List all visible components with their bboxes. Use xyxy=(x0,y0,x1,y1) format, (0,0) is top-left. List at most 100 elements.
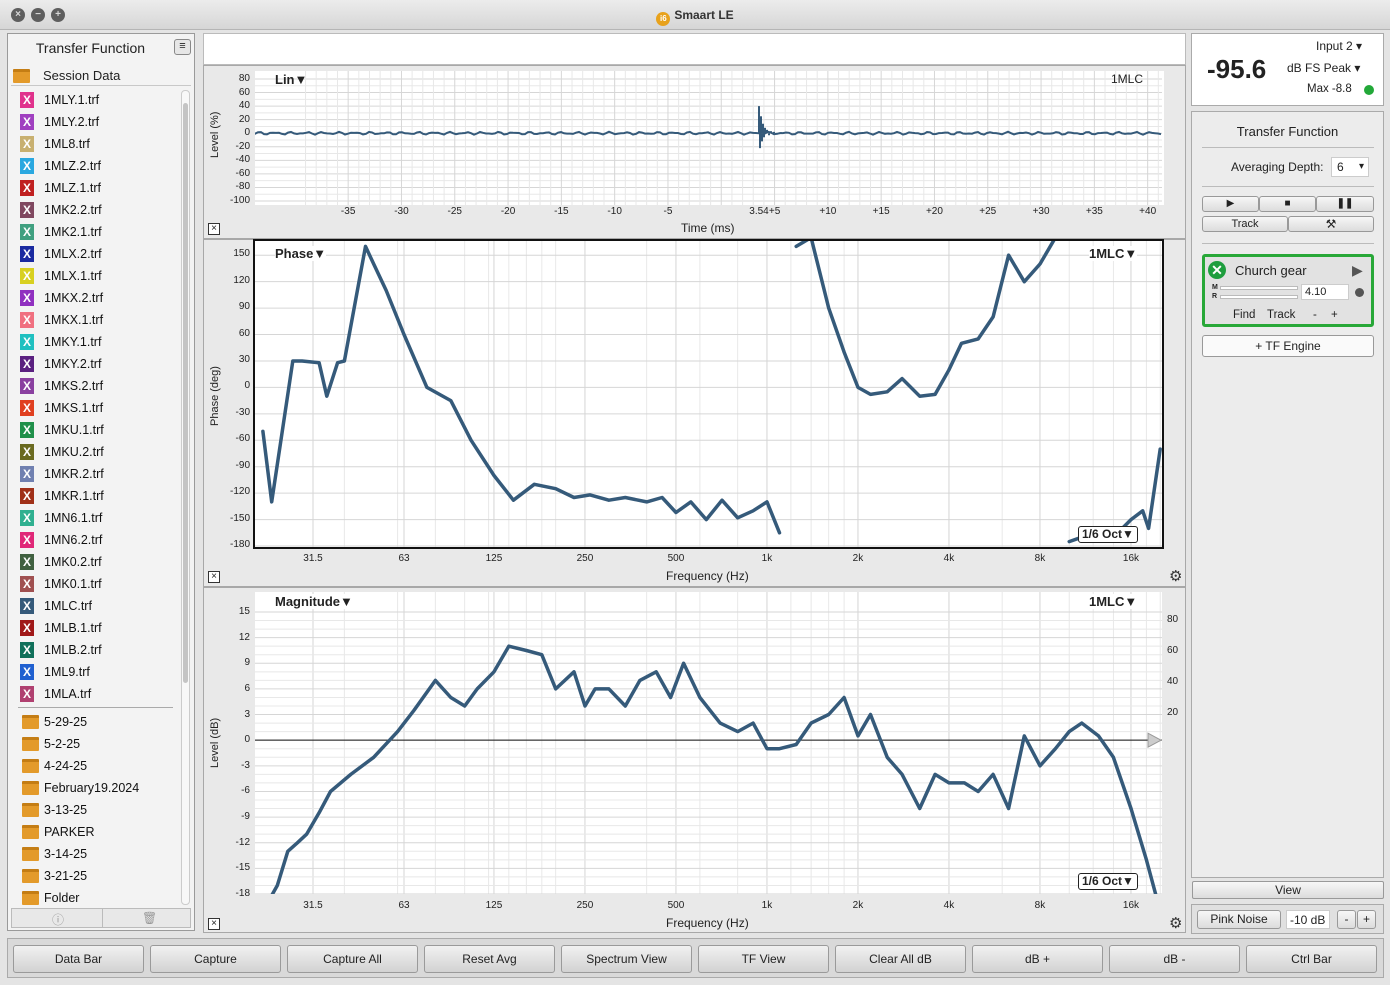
file-item[interactable]: X 1MK0.1.trf xyxy=(20,574,185,596)
file-item[interactable]: X 1MKU.1.trf xyxy=(20,420,185,442)
info-icon[interactable]: ⓘ xyxy=(52,911,64,928)
magnitude-settings-gear-icon[interactable]: ⚙ xyxy=(1169,914,1182,932)
x-tick-label: 8k xyxy=(1034,553,1046,564)
add-tf-engine-button[interactable]: + TF Engine xyxy=(1202,335,1374,357)
file-item[interactable]: X 1MKR.2.trf xyxy=(20,464,185,486)
file-item[interactable]: X 1MK0.2.trf xyxy=(20,552,185,574)
file-item[interactable]: X 1MKU.2.trf xyxy=(20,442,185,464)
file-item[interactable]: X 1MN6.2.trf xyxy=(20,530,185,552)
file-item[interactable]: X 1MLZ.1.trf xyxy=(20,178,185,200)
folder-item[interactable]: 3-14-25 xyxy=(20,844,185,866)
folder-item[interactable]: 3-13-25 xyxy=(20,800,185,822)
magnitude-title[interactable]: Magnitude▼ xyxy=(275,594,353,609)
file-item[interactable]: X 1MLB.1.trf xyxy=(20,618,185,640)
file-item[interactable]: X 1MKR.1.trf xyxy=(20,486,185,508)
y-tick-label: 9 xyxy=(244,657,250,669)
toolbar-button-tf-view[interactable]: TF View xyxy=(698,945,829,973)
file-item[interactable]: X 1MK2.1.trf xyxy=(20,222,185,244)
engine-record-icon[interactable] xyxy=(1355,288,1364,297)
file-item[interactable]: X 1MKS.1.trf xyxy=(20,398,185,420)
file-item[interactable]: X 1MLZ.2.trf xyxy=(20,156,185,178)
file-item[interactable]: X 1ML9.trf xyxy=(20,662,185,684)
folder-item[interactable]: Folder xyxy=(20,888,185,910)
engine-plus-button[interactable]: + xyxy=(1331,309,1338,321)
view-button[interactable]: View xyxy=(1192,881,1384,899)
x-tick-label: +15 xyxy=(872,206,890,217)
pause-button[interactable]: ❚❚ xyxy=(1316,196,1374,212)
sidebar-scroll-thumb[interactable] xyxy=(183,103,188,683)
file-item[interactable]: X 1MLY.1.trf xyxy=(20,90,185,112)
phase-plot[interactable] xyxy=(253,239,1164,549)
phase-settings-gear-icon[interactable]: ⚙ xyxy=(1169,567,1182,585)
noise-minus-button[interactable]: - xyxy=(1337,910,1356,929)
file-item[interactable]: X 1ML8.trf xyxy=(20,134,185,156)
folder-item[interactable]: February19.2024 xyxy=(20,778,185,800)
file-item[interactable]: X 1MKX.2.trf xyxy=(20,288,185,310)
play-button[interactable]: ▶ xyxy=(1202,196,1259,212)
folder-item[interactable]: 3-21-25 xyxy=(20,866,185,888)
file-item[interactable]: X 1MLX.1.trf xyxy=(20,266,185,288)
file-item[interactable]: X 1MKY.1.trf xyxy=(20,332,185,354)
magnitude-trace-label[interactable]: 1MLC▼ xyxy=(1089,594,1138,609)
folder-item[interactable]: 4-24-25 xyxy=(20,756,185,778)
impulse-plot[interactable] xyxy=(255,71,1164,205)
reference-marker-icon[interactable] xyxy=(1147,732,1162,749)
trash-icon[interactable]: 🗑 xyxy=(142,911,157,925)
folder-item[interactable]: PARKER xyxy=(20,822,185,844)
tf-engine-card[interactable]: ✕ Church gear ▶ M R 4.10 Find Track - + xyxy=(1202,254,1374,327)
divider xyxy=(1202,243,1374,244)
file-item[interactable]: X 1MLA.trf xyxy=(20,684,185,706)
impulse-close-icon[interactable]: × xyxy=(208,223,220,235)
folder-item[interactable]: 5-29-25 xyxy=(20,712,185,734)
magnitude-close-icon[interactable]: × xyxy=(208,918,220,930)
engine-delay-field[interactable]: 4.10 xyxy=(1301,284,1349,300)
engine-find-button[interactable]: Find xyxy=(1233,309,1255,321)
file-item[interactable]: X 1MN6.1.trf xyxy=(20,508,185,530)
file-item[interactable]: X 1MKX.1.trf xyxy=(20,310,185,332)
meter-mode-dropdown[interactable]: dB FS Peak ▾ xyxy=(1287,61,1360,75)
averaging-depth-select[interactable]: 6 ▾ xyxy=(1331,157,1369,177)
stop-button[interactable]: ■ xyxy=(1259,196,1316,212)
magnitude-smoothing-dropdown[interactable]: 1/6 Oct▼ xyxy=(1078,873,1138,890)
file-item[interactable]: X 1MKS.2.trf xyxy=(20,376,185,398)
phase-trace-label[interactable]: 1MLC▼ xyxy=(1089,246,1138,261)
toolbar-button-db[interactable]: dB + xyxy=(972,945,1103,973)
phase-close-icon[interactable]: × xyxy=(208,571,220,583)
toolbar-button-spectrum-view[interactable]: Spectrum View xyxy=(561,945,692,973)
toolbar-button-capture-all[interactable]: Capture All xyxy=(287,945,418,973)
toolbar-button-db[interactable]: dB - xyxy=(1109,945,1240,973)
phase-smoothing-dropdown[interactable]: 1/6 Oct▼ xyxy=(1078,526,1138,543)
toolbar-button-reset-avg[interactable]: Reset Avg xyxy=(424,945,555,973)
sidebar-menu-icon[interactable]: ≡ xyxy=(174,39,191,55)
folder-item[interactable]: 5-2-25 xyxy=(20,734,185,756)
engine-status-icon[interactable]: ✕ xyxy=(1208,261,1226,279)
toolbar-button-clear-all-db[interactable]: Clear All dB xyxy=(835,945,966,973)
noise-level-field[interactable]: -10 dB xyxy=(1286,910,1330,929)
magnitude-y-label: Level (dB) xyxy=(209,717,221,768)
engine-minus-button[interactable]: - xyxy=(1313,309,1317,321)
file-item[interactable]: X 1MLB.2.trf xyxy=(20,640,185,662)
toolbar-button-data-bar[interactable]: Data Bar xyxy=(13,945,144,973)
engine-track-button[interactable]: Track xyxy=(1267,309,1295,321)
file-x-icon: X xyxy=(20,686,34,702)
session-data-row[interactable]: Session Data xyxy=(11,65,191,86)
toolbar-button-ctrl-bar[interactable]: Ctrl Bar xyxy=(1246,945,1377,973)
phase-title[interactable]: Phase▼ xyxy=(275,246,327,261)
noise-plus-button[interactable]: + xyxy=(1357,910,1376,929)
magnitude-plot[interactable] xyxy=(255,592,1162,894)
sidebar-scrollbar[interactable] xyxy=(181,90,190,905)
file-item[interactable]: X 1MLC.trf xyxy=(20,596,185,618)
file-item[interactable]: X 1MK2.2.trf xyxy=(20,200,185,222)
file-item[interactable]: X 1MLY.2.trf xyxy=(20,112,185,134)
pink-noise-button[interactable]: Pink Noise xyxy=(1197,910,1281,929)
y-tick-label: 60 xyxy=(238,327,250,339)
file-item[interactable]: X 1MLX.2.trf xyxy=(20,244,185,266)
tools-button[interactable]: ⚒ xyxy=(1288,216,1374,232)
toolbar-button-capture[interactable]: Capture xyxy=(150,945,281,973)
track-button[interactable]: Track xyxy=(1202,216,1288,232)
engine-expand-icon[interactable]: ▶ xyxy=(1352,262,1363,279)
file-name: 1MKS.2.trf xyxy=(44,379,104,393)
file-item[interactable]: X 1MKY.2.trf xyxy=(20,354,185,376)
impulse-title[interactable]: Lin▼ xyxy=(275,72,307,87)
meter-input-dropdown[interactable]: Input 2 ▾ xyxy=(1316,39,1362,53)
